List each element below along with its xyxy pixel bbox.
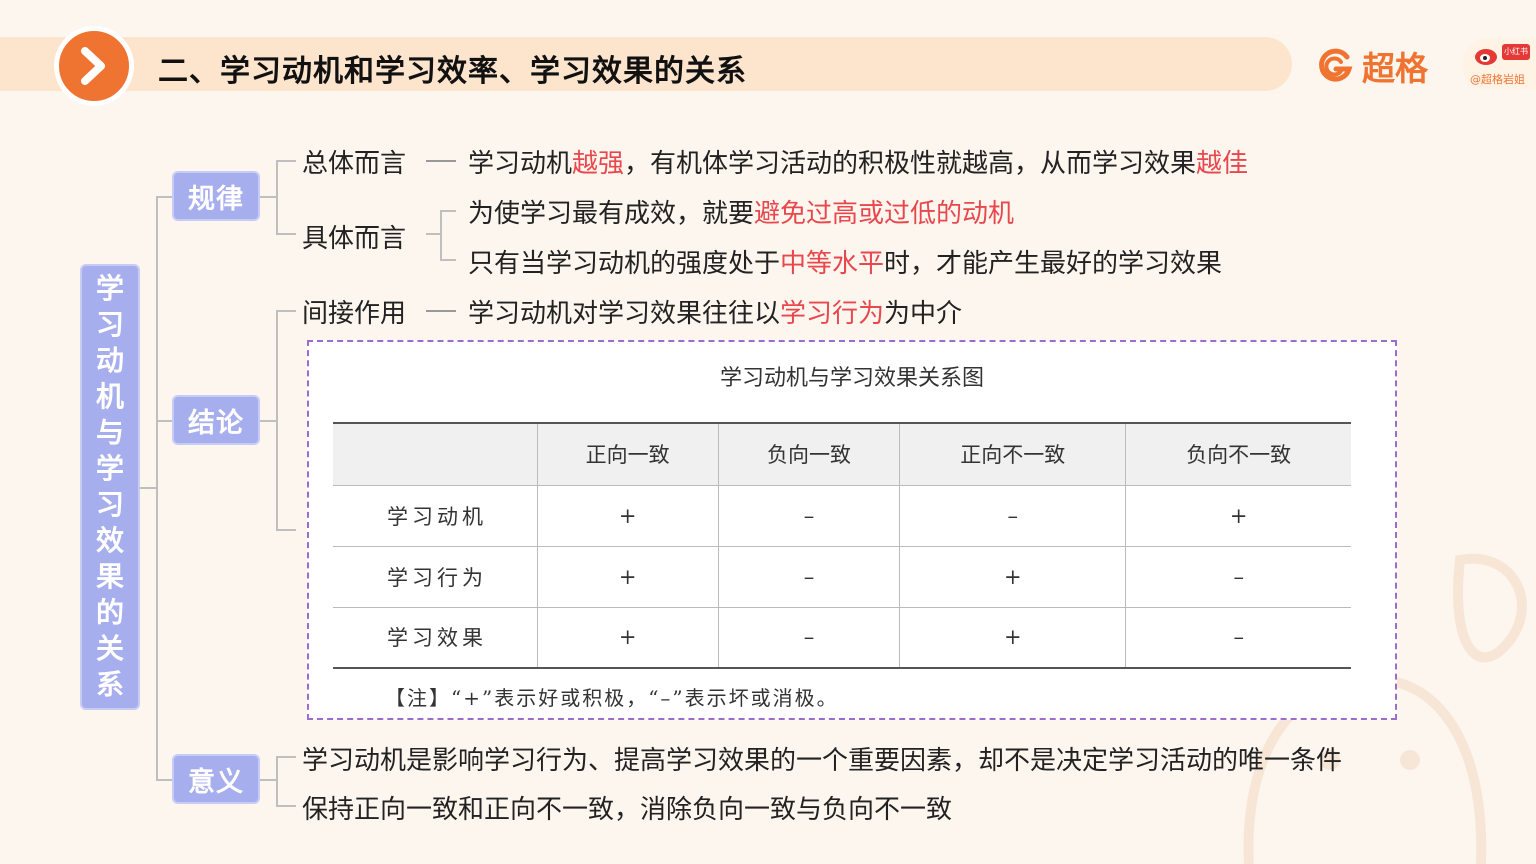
text-part: ，有机体学习活动的积极性就越高，从而学习效果: [624, 149, 1197, 179]
dash-connector: [426, 160, 456, 162]
root-char: 机: [95, 380, 124, 413]
connector: [276, 310, 278, 530]
root-char: 动: [95, 344, 124, 377]
table-header-cell: [333, 422, 537, 486]
root-node: 学习动机与学习效果的关系: [80, 264, 140, 710]
text-part: 为中介: [884, 299, 963, 329]
table-cell: +: [536, 546, 719, 608]
connector: [276, 805, 296, 807]
text-part: 时，才能产生最好的学习效果: [884, 249, 1223, 279]
label-specific: 具体而言: [302, 224, 407, 254]
connector: [140, 487, 156, 489]
overall-statement: 学习动机越强，有机体学习活动的积极性就越高，从而学习效果越佳: [468, 143, 1248, 180]
connector: [440, 210, 456, 212]
table-row: 学习效果 + – + –: [333, 607, 1351, 669]
connector: [276, 160, 278, 234]
root-char: 效: [95, 524, 124, 557]
table-row: 学习动机 + – – +: [333, 485, 1351, 547]
table-cell: +: [1125, 485, 1351, 547]
table-cell: +: [899, 607, 1126, 669]
relation-table-card: 学习动机与学习效果关系图 正向一致 负向一致 正向不一致 负向不一致 学习动机 + – – +…: [307, 340, 1397, 720]
table-header-row: 正向一致 负向一致 正向不一致 负向不一致: [333, 422, 1351, 486]
row-label-cell: 学习效果: [333, 607, 537, 669]
connector: [276, 233, 296, 235]
brand-g-icon: [1319, 48, 1353, 82]
root-char: 与: [95, 416, 124, 449]
table-cell: –: [1125, 546, 1351, 608]
highlight-text: 中等水平: [780, 249, 885, 279]
row-label-cell: 学习动机: [333, 485, 537, 547]
table-title: 学习动机与学习效果关系图: [719, 366, 984, 391]
connector: [440, 210, 442, 260]
social-tag: 小红书 @超格岩姐: [1462, 38, 1536, 90]
text-part: 只有当学习动机的强度处于: [468, 249, 781, 279]
root-char: 习: [95, 308, 124, 341]
table-header-cell: 负向一致: [717, 422, 900, 486]
page-title: 二、学习动机和学习效率、学习效果的关系: [158, 54, 747, 89]
table-note: 【注】“+”表示好或积极，“–”表示坏或消极。: [385, 686, 839, 710]
root-char: 系: [95, 668, 124, 701]
root-char: 习: [95, 488, 124, 521]
chevron-right-icon: [81, 47, 105, 85]
text-part: 学习动机对学习效果往往以: [468, 299, 781, 329]
table-header-cell: 正向一致: [536, 422, 719, 486]
indirect-statement: 学习动机对学习效果往往以学习行为为中介: [468, 293, 962, 330]
connector: [276, 529, 296, 531]
dash-connector: [426, 310, 456, 312]
weibo-icon: [1475, 49, 1497, 65]
root-char: 学: [95, 272, 124, 305]
table-cell: –: [1125, 607, 1351, 669]
table-row: 学习行为 + – + –: [333, 546, 1351, 608]
table-header-cell: 正向不一致: [899, 422, 1126, 486]
table-cell: –: [717, 607, 900, 669]
node-yiyi: 意义: [172, 754, 260, 804]
connector: [276, 756, 296, 758]
specific-statement-1: 为使学习最有成效，就要避免过高或过低的动机: [468, 193, 1014, 230]
root-char: 果: [95, 560, 124, 593]
section-badge: [54, 26, 134, 106]
table-cell: +: [536, 607, 719, 669]
connector: [156, 196, 158, 780]
specific-statement-2: 只有当学习动机的强度处于中等水平时，才能产生最好的学习效果: [468, 243, 1222, 280]
connector: [426, 233, 440, 235]
root-char: 的: [95, 596, 124, 629]
highlight-text: 越佳: [1196, 149, 1249, 179]
text-part: 学习动机: [468, 149, 573, 179]
relation-table: 正向一致 负向一致 正向不一致 负向不一致 学习动机 + – – + 学习行为 + – + – 学习效果 +…: [333, 422, 1351, 669]
social-handle: @超格岩姐: [1470, 73, 1525, 86]
node-jielun: 结论: [172, 395, 260, 445]
highlight-text: 避免过高或过低的动机: [754, 199, 1015, 229]
row-label-cell: 学习行为: [333, 546, 537, 608]
significance-line-1: 学习动机是影响学习行为、提高学习效果的一个重要因素，却不是决定学习活动的唯一条件: [302, 746, 1343, 776]
connector: [156, 196, 172, 198]
connector: [260, 779, 276, 781]
text-part: 为使学习最有成效，就要: [468, 199, 755, 229]
root-char: 学: [95, 452, 124, 485]
table-cell: –: [899, 485, 1126, 547]
table-cell: –: [717, 485, 900, 547]
connector: [276, 160, 296, 162]
table-cell: –: [717, 546, 900, 608]
brand-name: 超格: [1362, 49, 1428, 88]
connector: [276, 756, 278, 806]
connector: [156, 779, 172, 781]
table-cell: +: [899, 546, 1126, 608]
connector: [276, 310, 296, 312]
table-header-cell: 负向不一致: [1125, 422, 1351, 486]
connector: [260, 196, 276, 198]
highlight-text: 越强: [572, 149, 625, 179]
connector: [440, 259, 456, 261]
highlight-text: 学习行为: [780, 299, 885, 329]
label-indirect: 间接作用: [302, 299, 407, 329]
brand-logo: 超格: [1316, 42, 1428, 90]
connector: [156, 420, 172, 422]
node-guilv: 规律: [172, 171, 260, 221]
table-body: 学习动机 + – – + 学习行为 + – + – 学习效果 + – + –: [333, 485, 1351, 669]
root-char: 关: [95, 632, 124, 665]
table-cell: +: [536, 485, 719, 547]
xiaohongshu-badge: 小红书: [1502, 44, 1530, 60]
significance-line-2: 保持正向一致和正向不一致，消除负向一致与负向不一致: [302, 795, 953, 825]
connector: [260, 420, 276, 422]
label-overall: 总体而言: [302, 149, 407, 179]
